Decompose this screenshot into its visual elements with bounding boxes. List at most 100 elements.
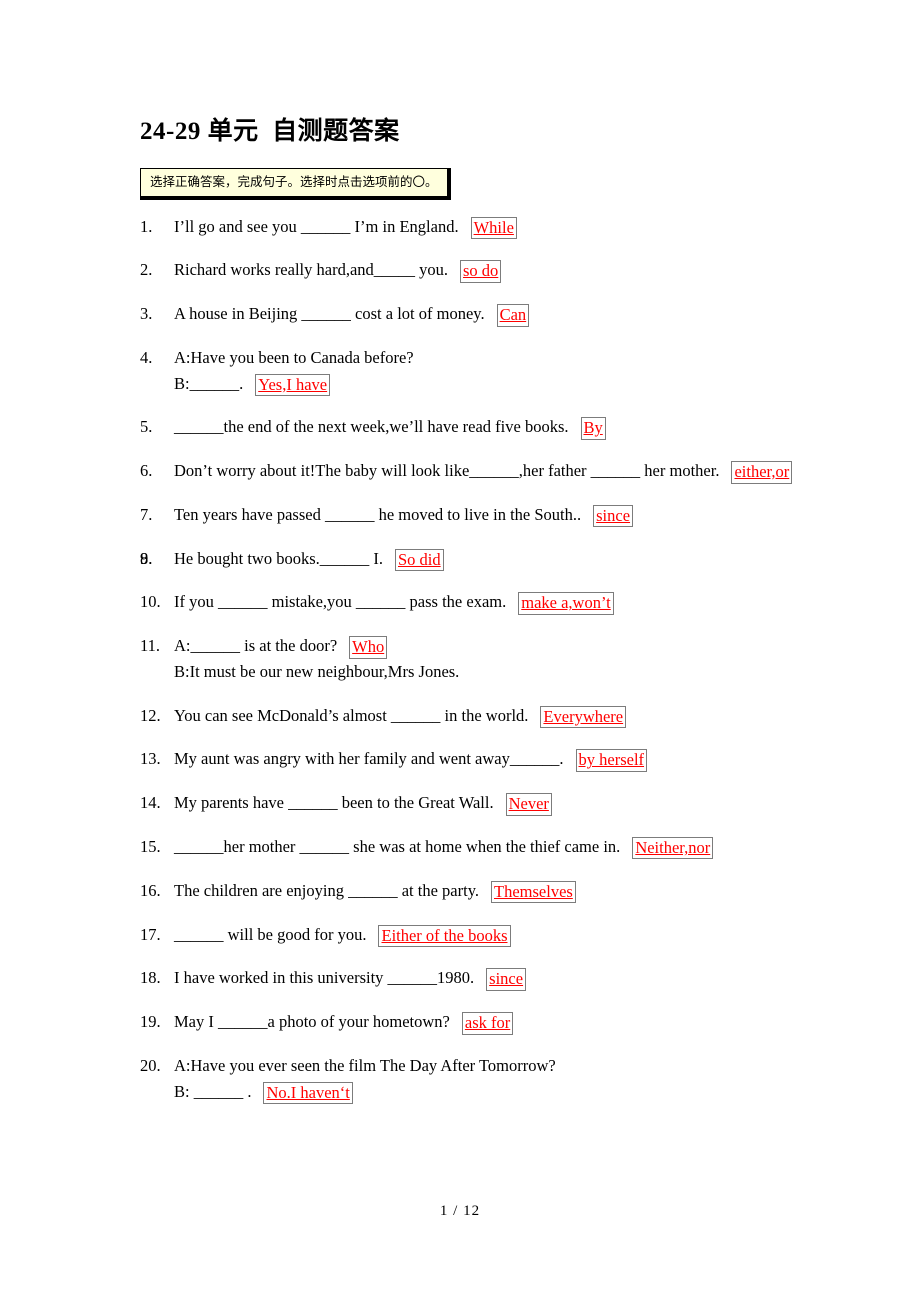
question-text: B:______. xyxy=(174,373,244,393)
question-item: 9. He bought two books.______ I. So did xyxy=(140,548,840,572)
question-item: 12. You can see McDonald’s almost ______ … xyxy=(140,705,840,729)
question-line: Ten years have passed ______ he moved to… xyxy=(174,504,840,528)
question-line: I have worked in this university ______1… xyxy=(174,967,840,991)
question-line: ______the end of the next week,we’ll hav… xyxy=(174,416,840,440)
page-title: 24-29 单元 自测题答案 xyxy=(140,118,400,145)
question-list: 1. I’ll go and see you ______ I’m in Engl… xyxy=(140,216,840,1105)
question-number: 12. xyxy=(140,705,161,725)
answer-chip[interactable]: So did xyxy=(395,548,444,572)
question-item: 5. ______the end of the next week,we’ll h… xyxy=(140,416,840,440)
answer-chip[interactable]: Everywhere xyxy=(540,705,627,729)
question-number: 13. xyxy=(140,749,161,769)
answer-chip[interactable]: Neither,nor xyxy=(632,836,714,860)
instruction-banner: 选择正确答案，完成句子。选择时点击选项前的〇。 xyxy=(140,167,451,200)
question-item: 19. May I ______a photo of your hometown?… xyxy=(140,1011,840,1035)
question-number: 17. xyxy=(140,924,161,944)
instruction-text: 选择正确答案，完成句子。选择时点击选项前的〇。 xyxy=(150,173,438,189)
answer-chip[interactable]: No.I haven‘t xyxy=(263,1081,353,1105)
document-page: 24-29 单元 自测题答案 选择正确答案，完成句子。选择时点击选项前的〇。 1… xyxy=(0,0,920,1302)
answer-chip[interactable]: by herself xyxy=(575,749,648,772)
question-item: 3. A house in Beijing ______ cost a lot o… xyxy=(140,303,840,327)
answer-chip[interactable]: make a,won’t xyxy=(518,592,614,615)
question-line: May I ______a photo of your hometown? ask… xyxy=(174,1011,840,1035)
question-text: Ten years have passed ______ he moved to… xyxy=(174,504,582,524)
question-number: 16. xyxy=(140,880,161,900)
question-text: Richard works really hard,and_____ you. xyxy=(174,260,449,280)
question-text: A:Have you ever seen the film The Day Af… xyxy=(174,1055,556,1075)
question-text: ______her mother ______ she was at home … xyxy=(174,836,621,856)
question-text: A house in Beijing ______ cost a lot of … xyxy=(174,304,485,324)
question-number: 20. xyxy=(140,1055,161,1075)
question-text: May I ______a photo of your hometown? xyxy=(174,1012,450,1032)
page-footer: 1 / 12 xyxy=(439,1203,481,1219)
question-line: A:Have you ever seen the film The Day Af… xyxy=(174,1055,840,1078)
answer-chip[interactable]: While xyxy=(470,216,517,239)
question-item: 16. The children are enjoying ______ at t… xyxy=(140,880,840,904)
answer-chip[interactable]: Can xyxy=(496,304,530,327)
question-text: My aunt was angry with her family and we… xyxy=(174,749,564,769)
question-text: ______the end of the next week,we’ll hav… xyxy=(174,417,569,437)
question-number: 10. xyxy=(140,592,161,612)
question-text: I’ll go and see you ______ I’m in Englan… xyxy=(174,216,459,236)
question-line: My aunt was angry with her family and we… xyxy=(174,748,840,772)
question-line: You can see McDonald’s almost ______ in … xyxy=(174,705,840,729)
answer-chip[interactable]: since xyxy=(593,504,634,528)
question-item: 13. My aunt was angry with her family and… xyxy=(140,748,840,772)
question-text: ______ will be good for you. xyxy=(174,924,367,944)
answer-chip[interactable]: By xyxy=(580,417,606,440)
answer-chip[interactable]: so do xyxy=(460,260,502,283)
question-item: 10. If you ______ mistake,you ______ pass… xyxy=(140,591,840,615)
question-number: 6. xyxy=(140,461,153,481)
question-line: Richard works really hard,and_____ you. s… xyxy=(174,259,840,283)
answer-chip[interactable]: Yes,I have xyxy=(255,373,331,397)
question-text: Don’t worry about it!The baby will look … xyxy=(174,461,720,481)
answer-chip[interactable]: Never xyxy=(505,793,552,816)
question-number: 1. xyxy=(140,216,153,236)
answer-chip[interactable]: ask for xyxy=(461,1012,514,1035)
question-item: 6. Don’t worry about it!The baby will loo… xyxy=(140,460,840,484)
answer-chip[interactable]: Who xyxy=(349,636,388,659)
question-text: The children are enjoying ______ at the … xyxy=(174,880,479,900)
question-line: ______her mother ______ she was at home … xyxy=(174,836,840,860)
question-item: 1. I’ll go and see you ______ I’m in Engl… xyxy=(140,216,840,239)
answer-chip[interactable]: since xyxy=(486,968,527,991)
question-number: 5. xyxy=(140,417,153,437)
question-number: 19. xyxy=(140,1012,161,1032)
question-item: 11. A:______ is at the door? Who B:It must … xyxy=(140,635,840,684)
answer-chip[interactable]: either,or xyxy=(731,461,793,484)
question-number: 15. xyxy=(140,836,161,856)
question-line: B:It must be our new neighbour,Mrs Jones… xyxy=(174,661,840,684)
question-item: 14. My parents have ______ been to the Gr… xyxy=(140,792,840,816)
answer-chip[interactable]: Themselves xyxy=(491,880,576,904)
question-item: 2. Richard works really hard,and_____ you… xyxy=(140,259,840,283)
question-text: He bought two books.______ I. xyxy=(174,548,383,568)
question-line: ______ will be good for you. Either of th… xyxy=(174,924,840,947)
question-line: A house in Beijing ______ cost a lot of … xyxy=(174,303,840,327)
question-number: 11. xyxy=(140,636,161,656)
question-text: A:Have you been to Canada before? xyxy=(174,347,414,367)
question-number: 14. xyxy=(140,793,161,813)
question-line: B:______. Yes,I have xyxy=(174,373,840,397)
question-line: My parents have ______ been to the Great… xyxy=(174,792,840,816)
question-item: 18. I have worked in this university ____… xyxy=(140,967,840,991)
question-item: 17. ______ will be good for you. Either of… xyxy=(140,924,840,947)
question-line: He bought two books.______ I. So did xyxy=(174,548,840,572)
question-text: B:It must be our new neighbour,Mrs Jones… xyxy=(174,661,460,681)
question-line: If you ______ mistake,you ______ pass th… xyxy=(174,591,840,615)
question-line: B: ______ . No.I haven‘t xyxy=(174,1081,840,1105)
question-item: 7. Ten years have passed ______ he moved … xyxy=(140,504,840,528)
question-number: 4. xyxy=(140,347,153,367)
question-line: A:______ is at the door? Who xyxy=(174,635,840,659)
question-line: The children are enjoying ______ at the … xyxy=(174,880,840,904)
question-line: I’ll go and see you ______ I’m in Englan… xyxy=(174,216,840,239)
question-text: You can see McDonald’s almost ______ in … xyxy=(174,705,529,725)
question-line: A:Have you been to Canada before? xyxy=(174,347,840,370)
question-number: 7. xyxy=(140,504,153,524)
question-item: 15. ______her mother ______ she was at ho… xyxy=(140,836,840,860)
answer-chip[interactable]: Either of the books xyxy=(378,924,511,947)
question-line: Don’t worry about it!The baby will look … xyxy=(174,460,840,484)
question-text: A:______ is at the door? xyxy=(174,636,338,656)
question-text: I have worked in this university ______1… xyxy=(174,968,475,988)
question-text: If you ______ mistake,you ______ pass th… xyxy=(174,592,507,612)
question-text: B: ______ . xyxy=(174,1081,252,1101)
